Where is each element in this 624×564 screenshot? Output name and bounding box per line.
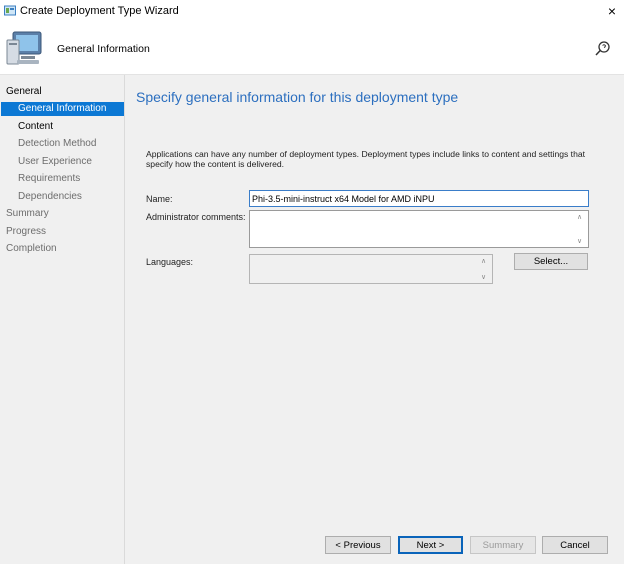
nav-step-general-information: General Information (1, 102, 124, 116)
languages-label: Languages: (146, 257, 194, 267)
wizard-steps-nav: General General Information Content Dete… (0, 75, 125, 564)
name-label: Name: (146, 194, 173, 204)
nav-step-dependencies: Dependencies (18, 191, 82, 202)
languages-list[interactable]: ∧ ∨ (249, 254, 493, 284)
wizard-app-icon (4, 5, 16, 16)
nav-step-requirements: Requirements (18, 173, 81, 184)
summary-button: Summary (470, 536, 536, 554)
nav-step-general: General (6, 86, 42, 97)
wizard-header: General Information (0, 24, 624, 75)
title-bar: Create Deployment Type Wizard × (0, 0, 624, 24)
nav-step-progress: Progress (6, 226, 47, 237)
nav-step-detection-method: Detection Method (18, 138, 97, 149)
scroll-up-icon[interactable]: ∧ (481, 257, 486, 265)
header-title: General Information (57, 43, 150, 55)
select-languages-button[interactable]: Select... (514, 253, 588, 270)
cancel-button[interactable]: Cancel (542, 536, 608, 554)
help-icon[interactable] (594, 39, 612, 57)
scroll-down-icon[interactable]: ∨ (577, 237, 582, 245)
nav-step-completion: Completion (6, 243, 57, 254)
scroll-up-icon[interactable]: ∧ (577, 213, 582, 221)
comments-scrollbar[interactable]: ∧ ∨ (576, 212, 587, 246)
main-panel: Specify general information for this dep… (125, 75, 624, 564)
page-description: Applications can have any number of depl… (146, 149, 586, 169)
nav-step-user-experience: User Experience (18, 156, 92, 167)
previous-button[interactable]: < Previous (325, 536, 391, 554)
administrator-comments-label: Administrator comments: (146, 212, 246, 222)
computer-icon (6, 31, 42, 65)
next-button[interactable]: Next > (398, 536, 463, 554)
scroll-down-icon[interactable]: ∨ (481, 273, 486, 281)
close-icon[interactable]: × (602, 2, 622, 20)
nav-step-summary: Summary (6, 208, 49, 219)
administrator-comments-field[interactable]: ∧ ∨ (249, 210, 589, 248)
languages-scrollbar[interactable]: ∧ ∨ (480, 256, 491, 282)
page-title: Specify general information for this dep… (136, 89, 459, 105)
window-title: Create Deployment Type Wizard (20, 5, 179, 17)
nav-step-content: Content (18, 121, 54, 132)
name-input[interactable] (249, 190, 589, 207)
